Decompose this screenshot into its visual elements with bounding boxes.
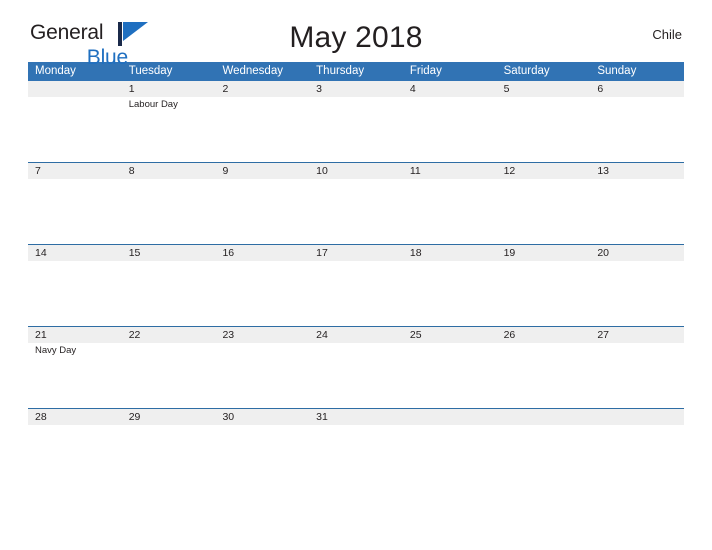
date-number[interactable] [497,409,591,425]
day-cell[interactable] [309,179,403,244]
date-number[interactable]: 26 [497,327,591,343]
weekday-saturday: Saturday [503,65,550,77]
date-number[interactable]: 25 [403,327,497,343]
week-event-band [28,425,684,489]
page-title: May 2018 [289,21,423,54]
date-number[interactable]: 12 [497,163,591,179]
week-date-band: 28 29 30 31 [28,409,684,425]
date-number[interactable]: 14 [28,245,122,261]
day-cell[interactable] [215,179,309,244]
region-label: Chile [652,27,682,42]
week-row: 28 29 30 31 [28,408,684,489]
day-cell[interactable]: Navy Day [28,343,122,408]
date-number[interactable]: 31 [309,409,403,425]
week-event-band [28,261,684,326]
day-cell[interactable] [403,261,497,326]
week-date-band: 7 8 9 10 11 12 13 [28,163,684,179]
day-cell[interactable] [403,97,497,162]
week-event-band: Labour Day [28,97,684,162]
date-number[interactable]: 11 [403,163,497,179]
weekday-thursday: Thursday [316,65,365,77]
day-cell[interactable] [590,97,684,162]
date-number[interactable]: 27 [590,327,684,343]
week-date-band: 21 22 23 24 25 26 27 [28,327,684,343]
day-cell[interactable]: Labour Day [122,97,216,162]
date-number[interactable]: 23 [215,327,309,343]
calendar-grid: Monday Tuesday Wednesday Thursday Friday… [28,62,684,489]
day-cell[interactable] [497,179,591,244]
day-cell[interactable] [28,97,122,162]
date-number[interactable]: 24 [309,327,403,343]
date-number[interactable]: 17 [309,245,403,261]
day-cell[interactable] [28,261,122,326]
weekday-wednesday: Wednesday [222,65,283,77]
date-number[interactable]: 18 [403,245,497,261]
day-cell[interactable] [122,179,216,244]
date-number[interactable]: 28 [28,409,122,425]
day-cell[interactable] [590,425,684,489]
date-number[interactable]: 8 [122,163,216,179]
date-number[interactable]: 6 [590,81,684,97]
event-label: Navy Day [35,345,77,356]
date-number[interactable]: 7 [28,163,122,179]
day-cell[interactable] [122,343,216,408]
date-number[interactable]: 9 [215,163,309,179]
weekday-sunday: Sunday [597,65,637,77]
day-cell[interactable] [122,425,216,489]
date-number[interactable]: 21 [28,327,122,343]
day-cell[interactable] [28,179,122,244]
date-number[interactable]: 16 [215,245,309,261]
day-cell[interactable] [590,343,684,408]
day-cell[interactable] [403,343,497,408]
date-number[interactable]: 1 [122,81,216,97]
day-cell[interactable] [497,97,591,162]
day-cell[interactable] [215,425,309,489]
date-number[interactable]: 2 [215,81,309,97]
week-row: 21 22 23 24 25 26 27 Navy Day [28,326,684,408]
day-cell[interactable] [497,425,591,489]
date-number[interactable]: 30 [215,409,309,425]
week-date-band: 1 2 3 4 5 6 [28,81,684,97]
day-cell[interactable] [590,179,684,244]
day-cell[interactable] [590,261,684,326]
date-number[interactable]: 3 [309,81,403,97]
day-cell[interactable] [215,343,309,408]
date-number[interactable]: 29 [122,409,216,425]
day-cell[interactable] [403,425,497,489]
day-cell[interactable] [497,261,591,326]
event-label: Labour Day [128,99,178,110]
day-cell[interactable] [403,179,497,244]
date-number[interactable] [590,409,684,425]
day-cell[interactable] [309,261,403,326]
day-cell[interactable] [497,343,591,408]
date-number[interactable]: 20 [590,245,684,261]
date-number[interactable] [403,409,497,425]
date-number[interactable]: 22 [122,327,216,343]
week-row: 1 2 3 4 5 6 Labour Day [28,81,684,162]
week-date-band: 14 15 16 17 18 19 20 [28,245,684,261]
date-number[interactable]: 15 [122,245,216,261]
week-row: 14 15 16 17 18 19 20 [28,244,684,326]
weekday-friday: Friday [409,65,442,77]
week-event-band: Navy Day [28,343,684,408]
day-cell[interactable] [215,97,309,162]
date-number[interactable]: 4 [403,81,497,97]
day-cell[interactable] [215,261,309,326]
date-number[interactable]: 5 [497,81,591,97]
date-number[interactable]: 19 [497,245,591,261]
week-row: 7 8 9 10 11 12 13 [28,162,684,244]
date-number[interactable] [28,81,122,97]
day-cell[interactable] [122,261,216,326]
day-cell[interactable] [309,425,403,489]
calendar-page: General Blue May 2018 Chile Monday Tuesd… [0,0,712,550]
page-header: General Blue May 2018 Chile [28,0,684,68]
date-number[interactable]: 10 [309,163,403,179]
date-number[interactable]: 13 [590,163,684,179]
day-cell[interactable] [28,425,122,489]
day-cell[interactable] [309,97,403,162]
week-event-band [28,179,684,244]
day-cell[interactable] [309,343,403,408]
